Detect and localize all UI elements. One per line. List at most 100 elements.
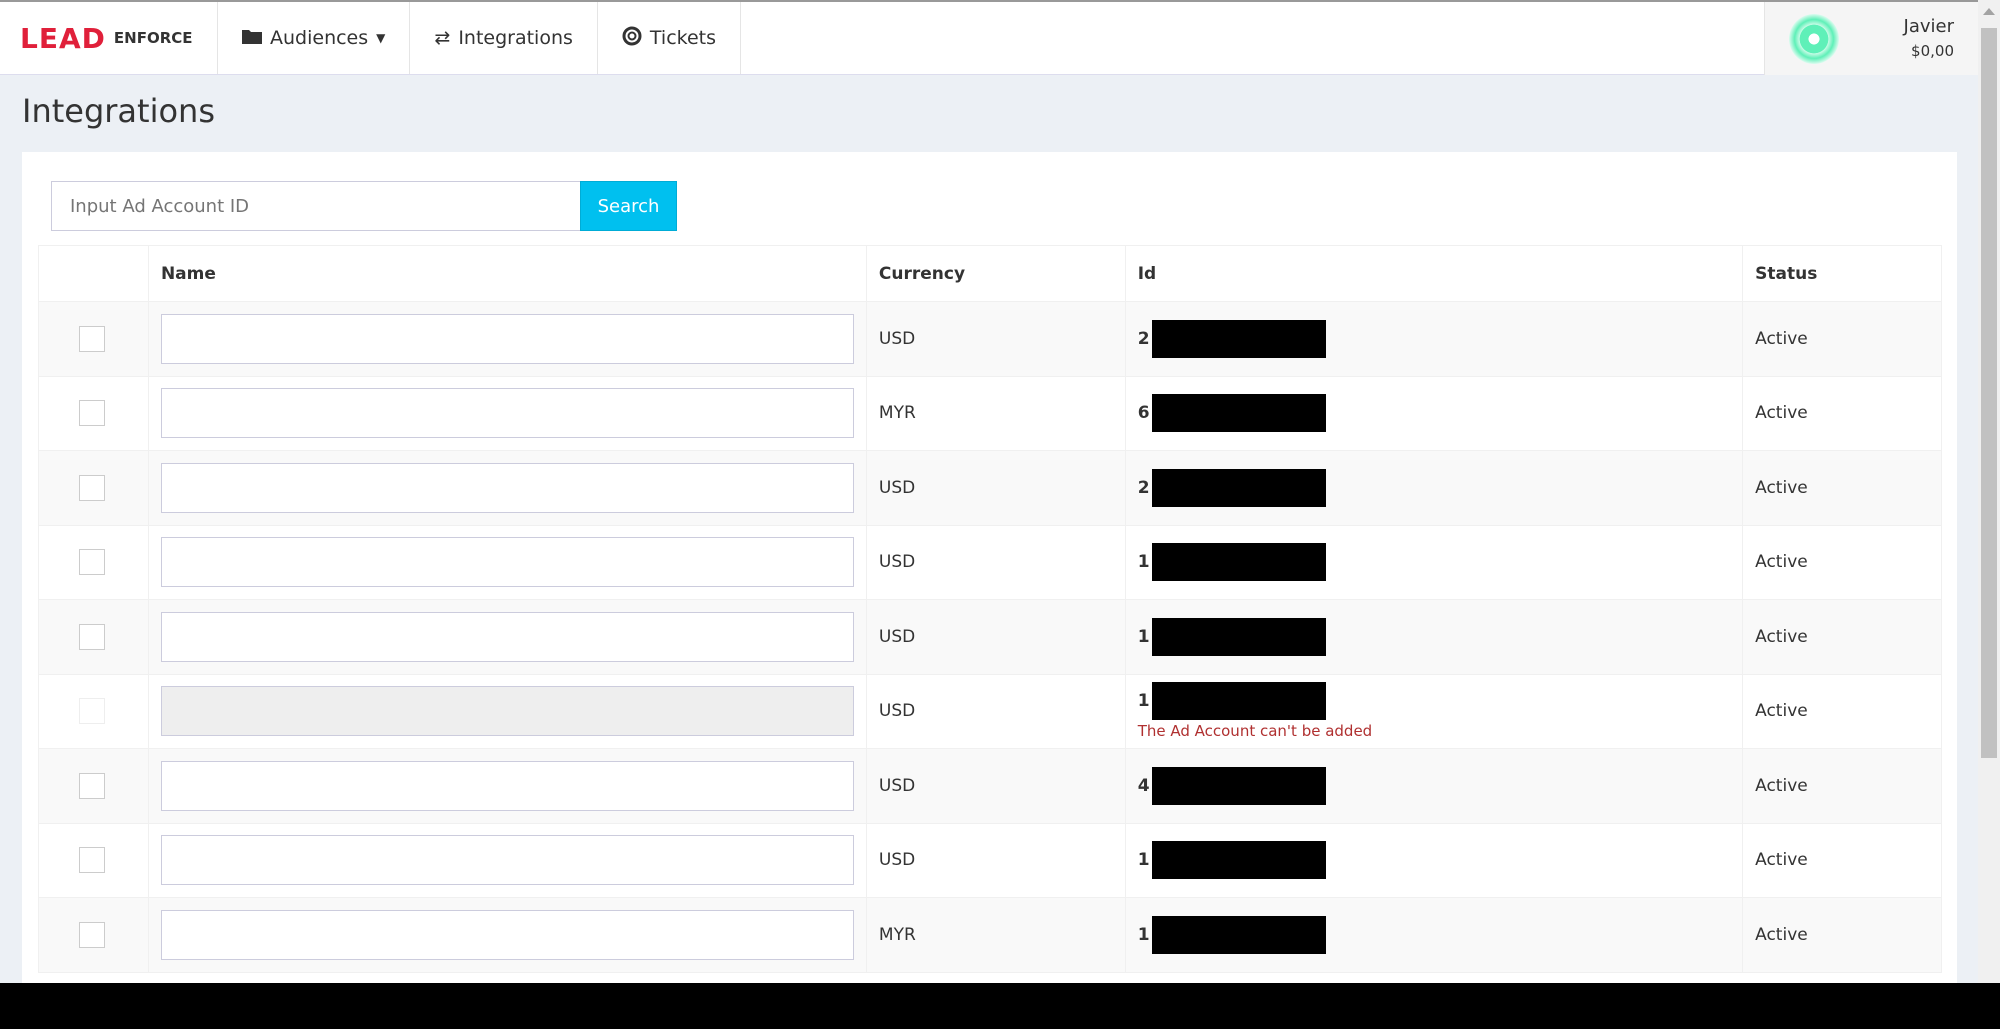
name-input[interactable] bbox=[160, 313, 854, 364]
user-menu[interactable]: Javier $0,00 bbox=[1764, 2, 1978, 75]
name-input[interactable] bbox=[160, 388, 854, 439]
id-prefix: 2 bbox=[1137, 328, 1150, 349]
select-cell bbox=[38, 375, 149, 451]
id-prefix: 6 bbox=[1137, 403, 1150, 424]
table-row: MYR 1 Active bbox=[38, 897, 1942, 973]
name-input[interactable] bbox=[160, 909, 854, 960]
name-cell bbox=[147, 450, 867, 526]
column-header: Currency bbox=[865, 245, 1126, 302]
nav-integrations[interactable]: ⇄ Integrations bbox=[410, 2, 598, 74]
name-cell bbox=[147, 301, 867, 377]
currency-cell: USD bbox=[865, 524, 1126, 600]
currency-cell: USD bbox=[865, 599, 1126, 675]
integrations-panel: Search NameCurrencyIdStatus USD 2 Active… bbox=[22, 152, 1957, 992]
nav-label: Tickets bbox=[649, 27, 717, 49]
logo[interactable]: LEAD ENFORCE bbox=[0, 2, 218, 74]
row-checkbox[interactable] bbox=[79, 921, 105, 948]
row-checkbox[interactable] bbox=[79, 474, 105, 501]
folder-icon bbox=[242, 27, 262, 49]
accounts-table: Name Currency Id Status USD 2 Active MYR 6 … bbox=[38, 245, 1942, 973]
bottom-bar bbox=[0, 983, 2000, 1029]
currency-cell: USD bbox=[865, 822, 1126, 898]
table-row: MYR 6 Active bbox=[38, 375, 1942, 451]
table-row: USD 4 Active bbox=[38, 748, 1942, 824]
row-checkbox[interactable] bbox=[79, 325, 105, 352]
name-cell bbox=[147, 524, 867, 600]
scrollbar-thumb[interactable] bbox=[1981, 28, 1997, 758]
scroll-up-icon[interactable] bbox=[1983, 8, 1995, 15]
search-button[interactable]: Search bbox=[580, 181, 677, 231]
currency-cell: MYR bbox=[865, 897, 1126, 973]
id-cell: 6 bbox=[1124, 375, 1744, 451]
table-row: USD 1 Active bbox=[38, 599, 1942, 675]
id-prefix: 1 bbox=[1137, 691, 1150, 712]
row-checkbox[interactable] bbox=[79, 847, 105, 874]
row-checkbox[interactable] bbox=[79, 400, 105, 427]
redacted-id bbox=[1151, 682, 1326, 721]
status-cell: Active bbox=[1742, 524, 1942, 600]
nav-audiences[interactable]: Audiences ▼ bbox=[218, 2, 411, 74]
name-input[interactable] bbox=[160, 462, 854, 513]
id-cell: 1 The Ad Account can't be added bbox=[1124, 673, 1744, 749]
table-row: USD 1 Active bbox=[38, 822, 1942, 898]
status-cell: Active bbox=[1742, 673, 1942, 749]
select-cell bbox=[38, 599, 149, 675]
redacted-id bbox=[1151, 319, 1326, 358]
id-prefix: 1 bbox=[1137, 924, 1150, 945]
id-prefix: 2 bbox=[1137, 477, 1150, 498]
exchange-icon: ⇄ bbox=[434, 27, 451, 49]
name-cell bbox=[147, 673, 867, 749]
name-cell bbox=[147, 599, 867, 675]
id-cell: 1 bbox=[1124, 524, 1744, 600]
avatar bbox=[1789, 14, 1839, 64]
select-cell bbox=[38, 748, 149, 824]
status-cell: Active bbox=[1742, 897, 1942, 973]
logo-text: LEAD bbox=[20, 21, 106, 55]
name-input[interactable] bbox=[160, 760, 854, 811]
id-prefix: 1 bbox=[1137, 626, 1150, 647]
id-cell: 4 bbox=[1124, 748, 1744, 824]
column-header bbox=[38, 245, 149, 302]
status-cell: Active bbox=[1742, 301, 1942, 377]
column-header: Name bbox=[147, 245, 867, 302]
column-header: Status bbox=[1742, 245, 1942, 302]
row-checkbox bbox=[79, 698, 105, 725]
row-checkbox[interactable] bbox=[79, 549, 105, 576]
table-row: USD 1 Active bbox=[38, 524, 1942, 600]
select-cell bbox=[38, 822, 149, 898]
caret-down-icon: ▼ bbox=[376, 31, 386, 45]
id-cell: 1 bbox=[1124, 599, 1744, 675]
row-checkbox[interactable] bbox=[79, 623, 105, 650]
name-input bbox=[160, 686, 854, 737]
status-cell: Active bbox=[1742, 375, 1942, 451]
error-message: The Ad Account can't be added bbox=[1137, 722, 1373, 741]
page-title: Integrations bbox=[22, 92, 215, 130]
ad-account-id-input[interactable] bbox=[51, 181, 581, 231]
currency-cell: USD bbox=[865, 673, 1126, 749]
id-cell: 2 bbox=[1124, 450, 1744, 526]
id-prefix: 1 bbox=[1137, 552, 1150, 573]
status-cell: Active bbox=[1742, 748, 1942, 824]
table-row: USD 1 The Ad Account can't be added Activ… bbox=[38, 673, 1942, 749]
redacted-id bbox=[1151, 766, 1326, 805]
navbar: LEAD ENFORCE Audiences ▼ ⇄ Integrations … bbox=[0, 0, 1978, 75]
select-cell bbox=[38, 524, 149, 600]
nav-label: Audiences bbox=[270, 27, 369, 49]
column-header: Id bbox=[1124, 245, 1744, 302]
id-cell: 1 bbox=[1124, 897, 1744, 973]
currency-cell: USD bbox=[865, 748, 1126, 824]
scrollbar[interactable] bbox=[1978, 0, 2000, 983]
name-input[interactable] bbox=[160, 537, 854, 588]
name-input[interactable] bbox=[160, 835, 854, 886]
row-checkbox[interactable] bbox=[79, 772, 105, 799]
nav-tickets[interactable]: Tickets bbox=[598, 2, 742, 74]
status-cell: Active bbox=[1742, 450, 1942, 526]
table-row: USD 2 Active bbox=[38, 450, 1942, 526]
redacted-id bbox=[1151, 394, 1326, 433]
name-input[interactable] bbox=[160, 611, 854, 662]
user-balance: $0,00 bbox=[1911, 42, 1954, 60]
id-cell: 1 bbox=[1124, 822, 1744, 898]
redacted-id bbox=[1151, 543, 1326, 582]
redacted-id bbox=[1151, 841, 1326, 880]
id-prefix: 4 bbox=[1137, 775, 1150, 796]
